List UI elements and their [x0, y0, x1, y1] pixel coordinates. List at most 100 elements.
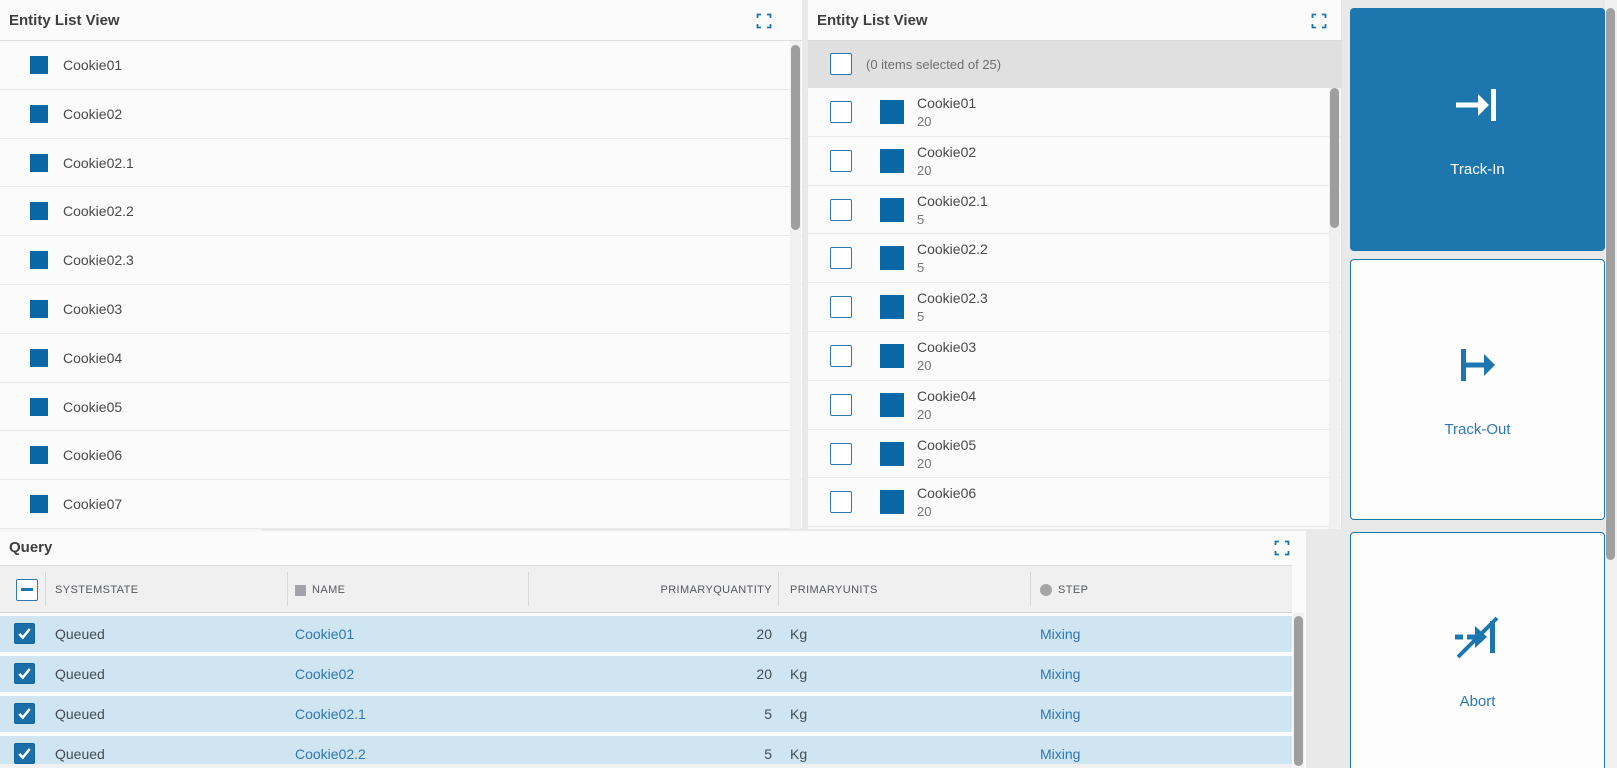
- material-square-icon: [880, 246, 904, 270]
- row-checkbox[interactable]: [830, 199, 852, 221]
- step-column-icon: [1040, 584, 1052, 596]
- entity-list-panel-left: Entity List View Cookie01 Cookie02: [0, 0, 802, 529]
- cell-name-link[interactable]: Cookie02: [295, 656, 354, 692]
- cell-name-link[interactable]: Cookie02.1: [295, 696, 366, 732]
- row-checkbox[interactable]: [830, 247, 852, 269]
- cell-primaryquantity: 20: [528, 616, 772, 652]
- list-item[interactable]: Cookie01 20: [808, 88, 1341, 137]
- expand-icon[interactable]: [1311, 13, 1327, 29]
- list-item[interactable]: Cookie02.3: [0, 236, 802, 285]
- column-divider: [778, 572, 779, 606]
- row-checkbox[interactable]: [830, 345, 852, 367]
- scrollbar-thumb[interactable]: [791, 45, 800, 230]
- material-square-icon: [880, 344, 904, 368]
- cell-step-link[interactable]: Mixing: [1040, 656, 1080, 692]
- panel-title-bar: Query: [0, 531, 1306, 565]
- list-item[interactable]: Cookie03: [0, 285, 802, 334]
- entity-name: Cookie05: [63, 383, 122, 431]
- table-row[interactable]: Queued Cookie02.1 5 Kg Mixing: [0, 696, 1292, 732]
- column-divider: [287, 572, 288, 606]
- material-square-icon: [880, 393, 904, 417]
- list-item[interactable]: Cookie02.2: [0, 187, 802, 236]
- cell-systemstate: Queued: [55, 696, 105, 732]
- list-item[interactable]: Cookie02.1 5: [808, 186, 1341, 235]
- list-item[interactable]: Cookie02.1: [0, 139, 802, 188]
- expand-icon[interactable]: [1274, 540, 1290, 556]
- list-item[interactable]: Cookie04 20: [808, 381, 1341, 430]
- entity-name: Cookie01: [917, 95, 976, 111]
- row-checkbox[interactable]: [830, 443, 852, 465]
- entity-quantity: 5: [917, 212, 924, 227]
- entity-list: Cookie01 20 Cookie02 20 Cookie02.1 5: [808, 88, 1341, 527]
- entity-name: Cookie02.2: [917, 241, 988, 257]
- abort-button[interactable]: Abort: [1350, 532, 1605, 768]
- material-square-icon: [880, 100, 904, 124]
- track-out-button[interactable]: Track-Out: [1350, 259, 1605, 520]
- list-item[interactable]: Cookie06: [0, 431, 802, 480]
- cell-name-link[interactable]: Cookie01: [295, 616, 354, 652]
- row-checkbox[interactable]: [14, 623, 35, 644]
- column-header-name[interactable]: NAME: [312, 566, 345, 614]
- list-item[interactable]: Cookie04: [0, 334, 802, 383]
- query-panel: Query SYSTEMSTATE NAME PRIMARYQUANTITY P…: [0, 531, 1306, 768]
- entity-name: Cookie06: [63, 431, 122, 479]
- entity-quantity: 20: [917, 504, 931, 519]
- material-square-icon: [30, 300, 48, 318]
- table-row[interactable]: Queued Cookie02 20 Kg Mixing: [0, 656, 1292, 692]
- list-item[interactable]: Cookie01: [0, 41, 802, 90]
- entity-list-panel-middle: Entity List View (0 items selected of 25…: [808, 0, 1342, 529]
- entity-name: Cookie01: [63, 41, 122, 89]
- action-label: Track-In: [1450, 161, 1504, 178]
- select-all-checkbox[interactable]: [830, 53, 852, 75]
- select-all-checkbox[interactable]: [16, 579, 38, 601]
- list-item[interactable]: Cookie05 20: [808, 430, 1341, 479]
- entity-name: Cookie04: [63, 334, 122, 382]
- entity-name: Cookie02: [917, 144, 976, 160]
- list-item[interactable]: Cookie07: [0, 480, 802, 529]
- list-item[interactable]: Cookie02.3 5: [808, 283, 1341, 332]
- material-square-icon: [30, 105, 48, 123]
- list-item[interactable]: Cookie02.2 5: [808, 234, 1341, 283]
- row-checkbox[interactable]: [830, 394, 852, 416]
- material-square-icon: [880, 490, 904, 514]
- row-checkbox[interactable]: [14, 743, 35, 764]
- entity-name: Cookie02.1: [63, 139, 134, 187]
- action-label: Abort: [1460, 693, 1496, 710]
- cell-step-link[interactable]: Mixing: [1040, 616, 1080, 652]
- entity-name: Cookie02.2: [63, 187, 134, 235]
- entity-name: Cookie02: [63, 90, 122, 138]
- material-square-icon: [30, 495, 48, 513]
- entity-quantity: 5: [917, 260, 924, 275]
- row-checkbox[interactable]: [830, 150, 852, 172]
- list-item[interactable]: Cookie03 20: [808, 332, 1341, 381]
- column-header-systemstate[interactable]: SYSTEMSTATE: [55, 566, 138, 614]
- column-header-primaryquantity[interactable]: PRIMARYQUANTITY: [528, 566, 772, 614]
- column-header-step[interactable]: STEP: [1058, 566, 1088, 614]
- panel-title-bar: Entity List View: [0, 0, 802, 41]
- entity-quantity: 20: [917, 456, 931, 471]
- row-checkbox[interactable]: [830, 296, 852, 318]
- list-item[interactable]: Cookie02 20: [808, 137, 1341, 186]
- row-checkbox[interactable]: [14, 703, 35, 724]
- selection-header: (0 items selected of 25): [808, 41, 1341, 88]
- scrollbar-thumb[interactable]: [1294, 616, 1303, 766]
- table-row[interactable]: Queued Cookie01 20 Kg Mixing: [0, 616, 1292, 652]
- cell-step-link[interactable]: Mixing: [1040, 696, 1080, 732]
- row-checkbox[interactable]: [830, 101, 852, 123]
- entity-name: Cookie07: [63, 480, 122, 528]
- track-in-button[interactable]: Track-In: [1350, 8, 1605, 251]
- list-item[interactable]: Cookie06 20: [808, 478, 1341, 527]
- scrollbar-thumb[interactable]: [1330, 88, 1339, 228]
- list-item[interactable]: Cookie02: [0, 90, 802, 139]
- column-header-primaryunits[interactable]: PRIMARYUNITS: [790, 566, 878, 614]
- entity-name: Cookie02.3: [63, 236, 134, 284]
- panel-title: Entity List View: [0, 12, 120, 29]
- row-checkbox[interactable]: [830, 491, 852, 513]
- column-divider: [1030, 572, 1031, 606]
- table-header: SYSTEMSTATE NAME PRIMARYQUANTITY PRIMARY…: [0, 565, 1292, 613]
- expand-icon[interactable]: [756, 13, 772, 29]
- list-item[interactable]: Cookie05: [0, 383, 802, 432]
- row-checkbox[interactable]: [14, 663, 35, 684]
- page-scrollbar-thumb[interactable]: [1606, 8, 1615, 560]
- entity-name: Cookie03: [917, 339, 976, 355]
